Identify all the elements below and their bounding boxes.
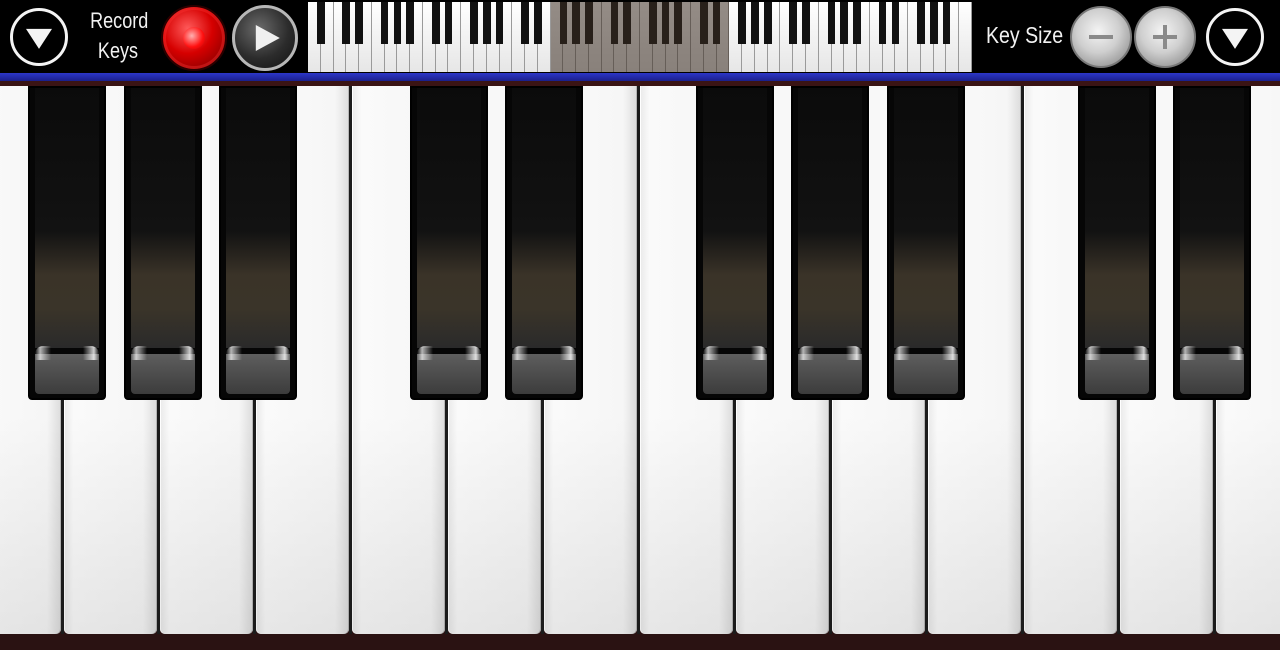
key-size-decrease-button[interactable] [1070,6,1132,68]
mini-black-key [521,2,529,44]
black-key[interactable] [1078,86,1156,400]
mini-black-key [406,2,414,44]
mini-black-key [738,2,746,44]
mini-black-key [917,2,925,44]
mini-black-key [316,2,325,44]
mini-black-key [891,2,900,44]
record-icon [183,27,205,49]
key-size-increase-button[interactable] [1134,6,1196,68]
mini-black-key [470,2,478,44]
chevron-down-icon [1222,28,1248,49]
mini-black-key [534,2,542,44]
black-key[interactable] [410,86,488,400]
mini-black-key [802,2,810,44]
black-key[interactable] [124,86,202,400]
mini-black-key [342,2,351,44]
record-label-line1: Record [90,8,149,33]
mini-black-key [853,2,861,44]
black-key[interactable] [219,86,297,400]
piano-keyboard [0,86,1280,650]
mini-black-key [495,2,504,44]
black-key[interactable] [28,86,106,400]
menu-right-button[interactable] [1206,8,1264,66]
top-toolbar: Record Keys Key Size [0,0,1280,74]
toolbar-divider [0,73,1280,81]
keyboard-navigator[interactable] [308,2,972,72]
mini-black-key [942,2,951,44]
mini-black-key [482,2,491,44]
mini-black-key [751,2,759,44]
mini-black-key [355,2,363,44]
black-key[interactable] [696,86,774,400]
plus-icon [1153,25,1177,49]
mini-black-key [393,2,402,44]
play-button[interactable] [232,5,298,71]
record-label-line2: Keys [97,38,139,63]
menu-left-button[interactable] [10,8,68,66]
mini-black-key [929,2,938,44]
record-button[interactable] [161,5,227,71]
mini-black-key [789,2,798,44]
black-key[interactable] [1173,86,1251,400]
mini-black-key [444,2,453,44]
record-keys-label: Record Keys [90,6,149,66]
black-key[interactable] [887,86,965,400]
mini-black-key [878,2,887,44]
mini-black-key [380,2,389,44]
mini-black-key [431,2,440,44]
mini-black-key [763,2,772,44]
play-icon [255,25,280,51]
visible-range-window[interactable] [551,2,729,72]
minus-icon [1089,35,1113,39]
chevron-down-icon [26,28,52,49]
mini-white-key [959,2,972,72]
mini-black-key [840,2,849,44]
black-key[interactable] [505,86,583,400]
key-size-label: Key Size [986,22,1064,48]
mini-black-key [827,2,836,44]
black-key[interactable] [791,86,869,400]
